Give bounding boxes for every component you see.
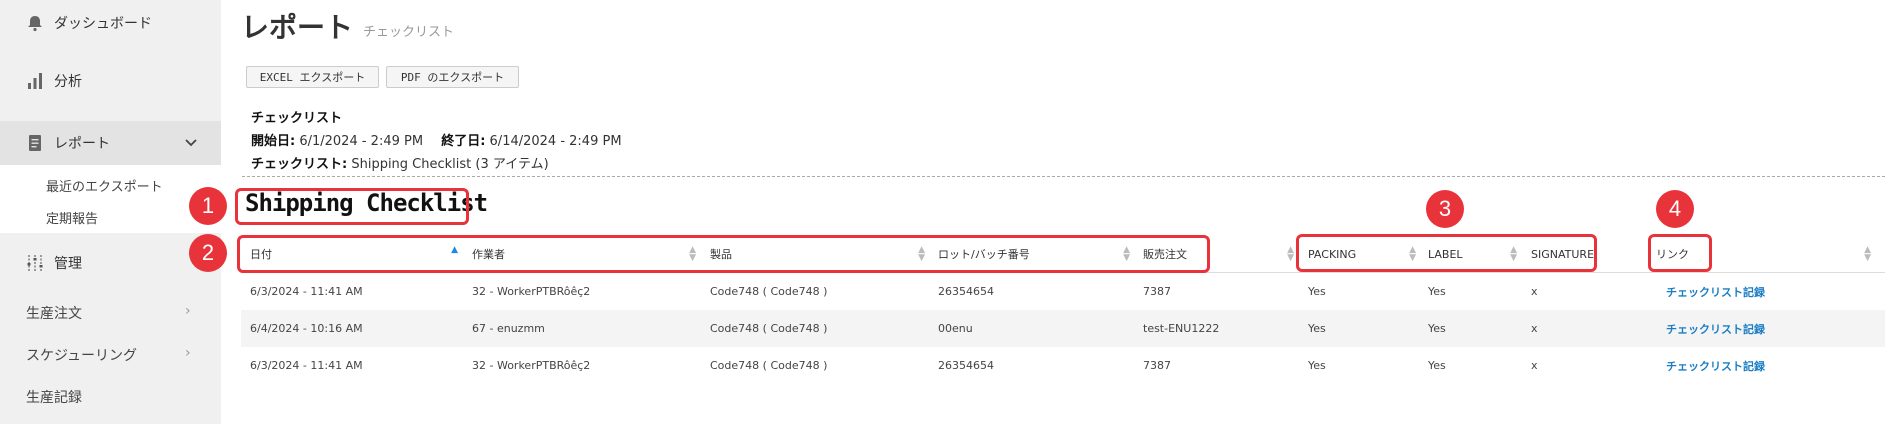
cell-lot: 26354654 xyxy=(938,285,994,298)
cell-product: Code748 ( Code748 ) xyxy=(710,285,828,298)
annotation-badge-2: 2 xyxy=(189,234,227,272)
sidebar-item-management[interactable]: 管理 xyxy=(0,250,221,276)
cell-sales-order: 7387 xyxy=(1143,359,1171,372)
excel-export-button[interactable]: EXCEL エクスポート xyxy=(246,66,379,88)
cell-product: Code748 ( Code748 ) xyxy=(710,359,828,372)
info-heading: チェックリスト xyxy=(251,111,343,126)
annotation-badge-1: 1 xyxy=(189,187,227,225)
annotation-box-4 xyxy=(1648,234,1712,272)
cell-lot: 00enu xyxy=(938,322,973,335)
cell-label: Yes xyxy=(1428,359,1446,372)
bar-chart-icon xyxy=(24,70,46,92)
checklist-record-link[interactable]: チェックリスト記録 xyxy=(1666,347,1765,384)
cell-worker: 32 - WorkerPTBRôêç2 xyxy=(472,359,591,372)
cell-sales-order: 7387 xyxy=(1143,285,1171,298)
cell-date: 6/3/2024 - 11:41 AM xyxy=(250,359,363,372)
date-range: 開始日: 6/1/2024 - 2:49 PM 終了日: 6/14/2024 -… xyxy=(251,130,622,149)
checklist-value: Shipping Checklist (3 アイテム) xyxy=(347,157,549,172)
end-date-value: 6/14/2024 - 2:49 PM xyxy=(485,134,622,149)
sidebar-item-analysis[interactable]: 分析 xyxy=(0,68,221,94)
reports-submenu: 最近のエクスポート 定期報告 xyxy=(0,165,221,233)
sidebar-item-label: レポート xyxy=(54,136,110,152)
chevron-right-icon: › xyxy=(185,303,191,319)
sidebar-item-label: ダッシュボード xyxy=(54,16,152,32)
sort-icon: ▲ ▼ xyxy=(1864,245,1871,263)
main-content: レポート チェックリスト EXCEL エクスポート PDF のエクスポート チェ… xyxy=(221,0,1895,424)
cell-label: Yes xyxy=(1428,285,1446,298)
pdf-export-button[interactable]: PDF のエクスポート xyxy=(386,66,519,88)
sidebar-item-production-orders[interactable]: 生産注文 xyxy=(26,303,82,323)
annotation-box-1 xyxy=(235,188,469,225)
start-date-label: 開始日: xyxy=(251,134,296,149)
annotation-box-2 xyxy=(237,235,1210,273)
bell-icon xyxy=(24,12,46,34)
sidebar-item-label: 分析 xyxy=(54,74,82,90)
cell-date: 6/3/2024 - 11:41 AM xyxy=(250,285,363,298)
checklist-record-link[interactable]: チェックリスト記録 xyxy=(1666,310,1765,347)
chevron-right-icon: › xyxy=(185,345,191,361)
cell-sales-order: test-ENU1222 xyxy=(1143,322,1220,335)
cell-label: Yes xyxy=(1428,322,1446,335)
cell-worker: 32 - WorkerPTBRôêç2 xyxy=(472,285,591,298)
table-row: 6/3/2024 - 11:41 AM 32 - WorkerPTBRôêç2 … xyxy=(241,347,1885,384)
sidebar: ダッシュボード 分析 レポート 最近のエクスポート 定期報告 管理 生産注文 ›… xyxy=(0,0,221,424)
cell-packing: Yes xyxy=(1308,322,1326,335)
start-date-value: 6/1/2024 - 2:49 PM xyxy=(295,134,424,149)
annotation-box-3 xyxy=(1296,234,1597,272)
end-date-label: 終了日: xyxy=(441,134,486,149)
page-subtitle: チェックリスト xyxy=(363,25,455,40)
page-title: レポート xyxy=(241,11,354,44)
cell-lot: 26354654 xyxy=(938,359,994,372)
cell-signature: x xyxy=(1531,359,1538,372)
cell-worker: 67 - enuzmm xyxy=(472,322,545,335)
sidebar-subitem-scheduled-reports[interactable]: 定期報告 xyxy=(46,208,98,227)
checklist-record-link[interactable]: チェックリスト記録 xyxy=(1666,273,1765,310)
cell-product: Code748 ( Code748 ) xyxy=(710,322,828,335)
sidebar-item-scheduling[interactable]: スケジューリング xyxy=(26,345,137,365)
table-row: 6/4/2024 - 10:16 AM 67 - enuzmm Code748 … xyxy=(241,310,1885,347)
sidebar-item-reports[interactable]: レポート xyxy=(0,121,221,165)
sidebar-item-label: 管理 xyxy=(54,256,82,272)
cell-date: 6/4/2024 - 10:16 AM xyxy=(250,322,363,335)
cell-signature: x xyxy=(1531,285,1538,298)
checklist-label: チェックリスト: xyxy=(251,157,348,172)
checklist-info: チェックリスト: Shipping Checklist (3 アイテム) xyxy=(251,153,549,172)
sidebar-subitem-recent-exports[interactable]: 最近のエクスポート xyxy=(46,176,163,195)
annotation-badge-3: 3 xyxy=(1426,190,1464,228)
annotation-badge-4: 4 xyxy=(1656,190,1694,228)
sliders-icon xyxy=(24,252,46,274)
cell-packing: Yes xyxy=(1308,359,1326,372)
sidebar-item-dashboard[interactable]: ダッシュボード xyxy=(0,10,221,36)
cell-packing: Yes xyxy=(1308,285,1326,298)
document-icon xyxy=(24,132,46,154)
sort-icon: ▲ ▼ xyxy=(1287,245,1294,263)
sidebar-item-production-records[interactable]: 生産記録 xyxy=(26,387,82,407)
table-row: 6/3/2024 - 11:41 AM 32 - WorkerPTBRôêç2 … xyxy=(241,273,1885,310)
cell-signature: x xyxy=(1531,322,1538,335)
divider xyxy=(242,176,1885,177)
chevron-down-icon xyxy=(185,136,197,150)
